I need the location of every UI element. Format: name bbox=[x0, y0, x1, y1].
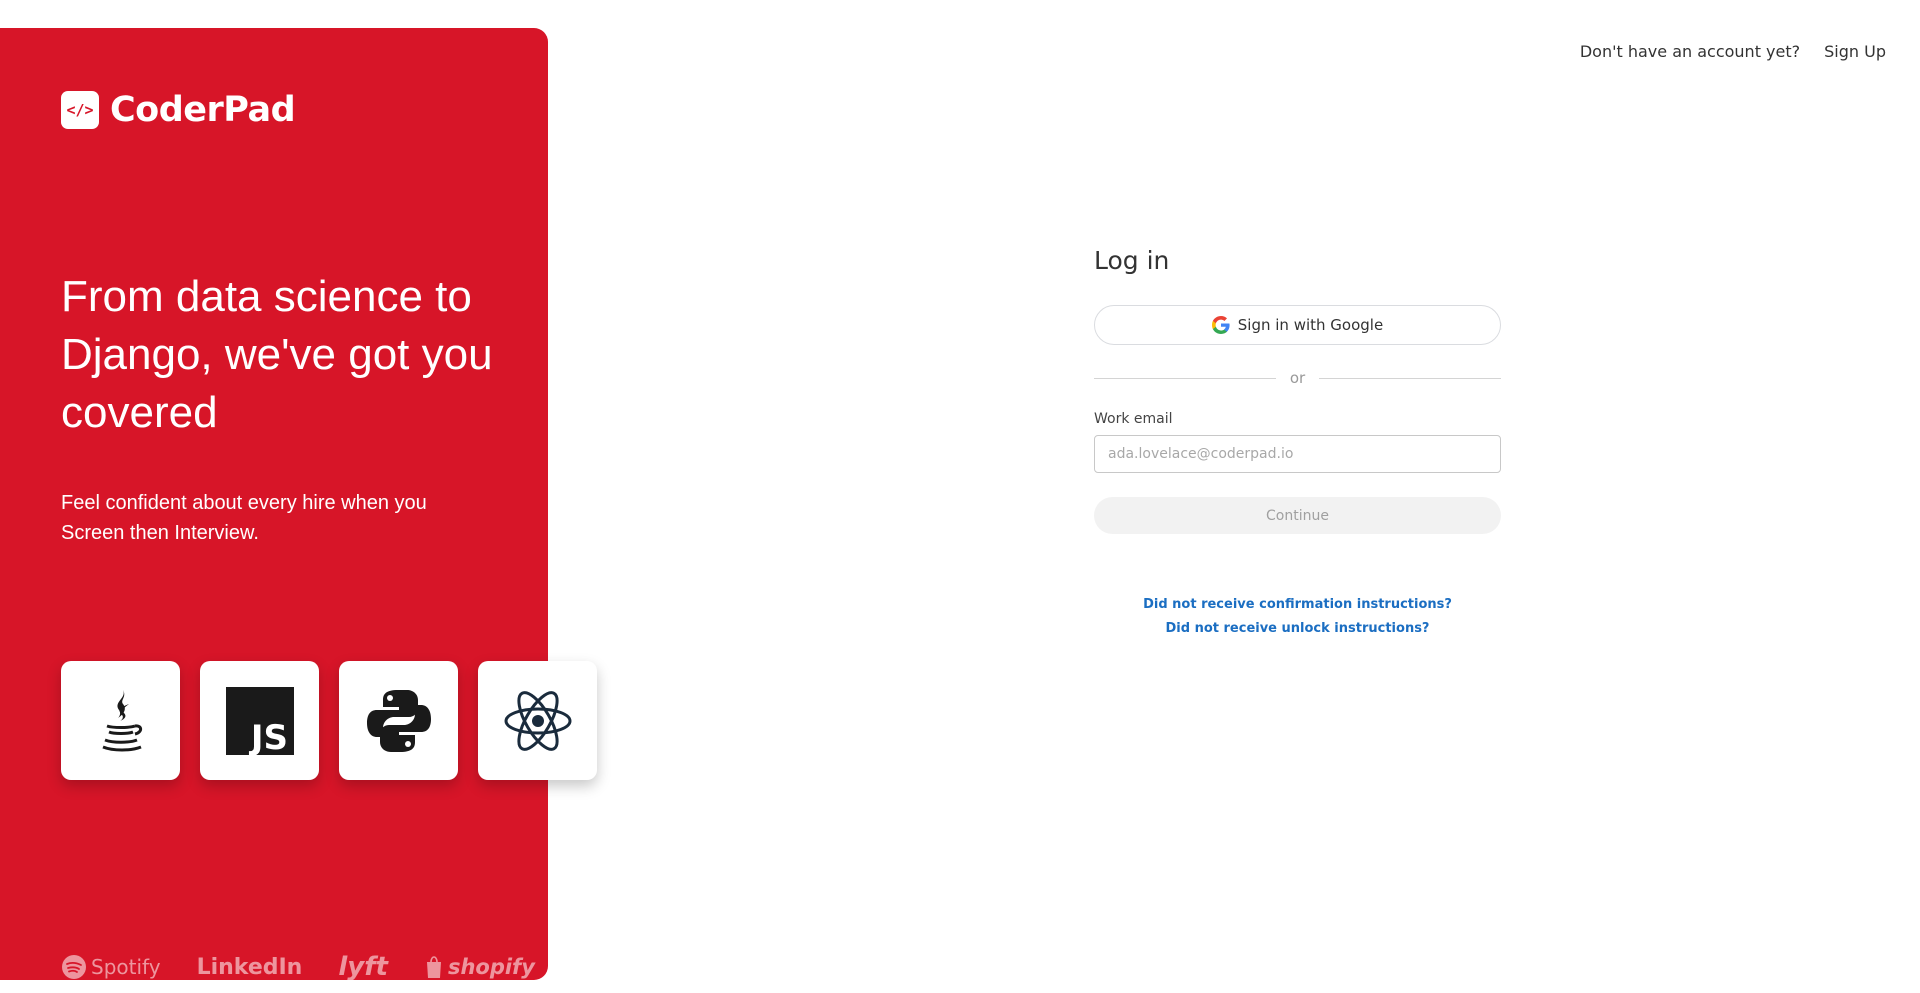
language-cards: JS bbox=[61, 661, 597, 780]
coderpad-logo[interactable]: </> CoderPad bbox=[61, 90, 296, 130]
react-card bbox=[478, 661, 597, 780]
signup-link[interactable]: Sign Up bbox=[1824, 42, 1886, 61]
top-nav: Don't have an account yet? Sign Up bbox=[1580, 42, 1886, 61]
shopify-bag-icon bbox=[426, 956, 441, 978]
spotify-label: Spotify bbox=[91, 955, 161, 979]
linkedin-logo: LinkedIn bbox=[197, 955, 303, 980]
unlock-instructions-link[interactable]: Did not receive unlock instructions? bbox=[1094, 621, 1501, 636]
spotify-logo: Spotify bbox=[61, 954, 161, 980]
hero-headline: From data science to Django, we've got y… bbox=[61, 272, 493, 437]
code-brackets-icon: </> bbox=[61, 91, 99, 129]
shopify-label: shopify bbox=[447, 955, 535, 979]
page-title: Log in bbox=[1094, 246, 1170, 275]
react-icon bbox=[504, 690, 571, 751]
email-field[interactable] bbox=[1094, 435, 1501, 473]
continue-button[interactable]: Continue bbox=[1094, 497, 1501, 534]
shopify-logo: shopify bbox=[424, 955, 535, 979]
java-icon bbox=[101, 689, 142, 751]
divider-text: or bbox=[1289, 369, 1306, 387]
spotify-icon bbox=[62, 955, 86, 979]
java-card bbox=[61, 661, 180, 780]
brand-name: CoderPad bbox=[110, 90, 296, 130]
javascript-card: JS bbox=[200, 661, 319, 780]
google-signin-label: Sign in with Google bbox=[1237, 316, 1384, 334]
hero-panel: </> CoderPad From data science to Django… bbox=[0, 28, 597, 982]
help-links: Did not receive confirmation instruction… bbox=[1094, 597, 1501, 636]
hero-subtext: Feel confident about every hire when you… bbox=[61, 492, 427, 544]
google-signin-button[interactable]: Sign in with Google bbox=[1094, 305, 1501, 345]
client-logos: Spotify LinkedIn lyft shopify bbox=[61, 952, 535, 982]
python-icon bbox=[366, 689, 431, 752]
email-label: Work email bbox=[1094, 411, 1173, 427]
confirmation-instructions-link[interactable]: Did not receive confirmation instruction… bbox=[1094, 597, 1501, 612]
lyft-label: lyft bbox=[338, 952, 388, 982]
signup-prompt: Don't have an account yet? bbox=[1579, 42, 1801, 61]
lyft-logo: lyft bbox=[338, 952, 388, 982]
google-icon bbox=[1211, 316, 1230, 334]
divider-line-right bbox=[1319, 377, 1502, 379]
javascript-icon: JS bbox=[225, 686, 294, 755]
or-divider: or bbox=[1094, 369, 1502, 387]
login-form: Log in Sign in with Google or Work email… bbox=[1094, 246, 1502, 636]
python-card bbox=[339, 661, 458, 780]
linkedin-label: LinkedIn bbox=[196, 954, 303, 980]
js-badge-text: JS bbox=[248, 718, 287, 755]
divider-line-left bbox=[1094, 377, 1276, 379]
